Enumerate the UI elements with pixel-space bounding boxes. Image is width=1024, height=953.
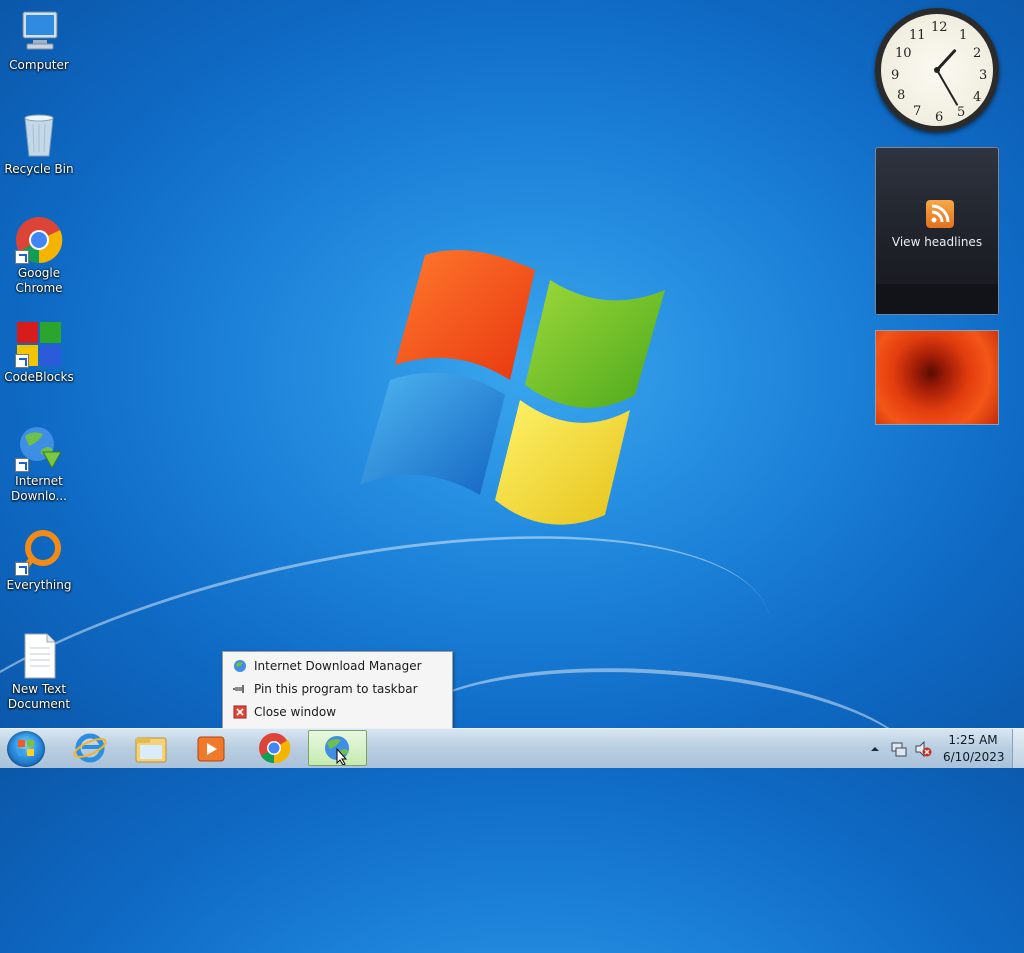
desktop-icon-label: Everything (6, 578, 72, 592)
menu-item-label: Close window (254, 705, 337, 719)
network-icon[interactable] (890, 740, 908, 758)
media-player-icon (197, 736, 225, 762)
tray-clock-date[interactable]: 6/10/2023 (943, 750, 1005, 764)
internet-download-manager-icon (325, 736, 349, 766)
taskbar-google-chrome[interactable] (246, 730, 302, 766)
feed-headlines-gadget[interactable]: View headlines (875, 147, 999, 315)
desktop-icon-new-text-document[interactable]: New Text Document (4, 632, 74, 712)
desktop-icon-label: New Text Document (7, 682, 71, 711)
computer-icon (15, 8, 63, 56)
desktop-icon-everything[interactable]: Everything (4, 528, 74, 593)
start-icon (18, 740, 34, 756)
show-desktop-button[interactable] (1012, 729, 1024, 768)
slideshow-gadget-photo[interactable] (875, 330, 999, 425)
tray-clock-time[interactable]: 1:25 AM (943, 733, 1003, 747)
recycle-bin-icon (15, 112, 63, 160)
shortcut-arrow-icon (15, 354, 29, 368)
taskbar-internet-explorer[interactable] (62, 730, 118, 766)
chrome-icon (259, 733, 291, 764)
desktop-icon-label: Google Chrome (15, 266, 63, 295)
rss-icon (926, 200, 954, 228)
shortcut-arrow-icon (15, 250, 29, 264)
desktop-icon-label: CodeBlocks (4, 370, 74, 384)
clock-gadget[interactable]: 12 1 2 3 4 5 6 7 8 9 10 11 (875, 8, 999, 132)
start-button[interactable] (7, 731, 45, 767)
close-icon (233, 705, 247, 719)
shortcut-arrow-icon (15, 458, 29, 472)
show-hidden-icons-icon[interactable] (870, 744, 880, 754)
desktop-icon-google-chrome[interactable]: Google Chrome (4, 216, 74, 296)
windows-logo (360, 250, 665, 525)
text-document-icon (15, 632, 63, 680)
desktop-icon-computer[interactable]: Computer (4, 8, 74, 73)
jump-list-menu: Internet Download Manager Pin this progr… (222, 651, 453, 730)
windows-explorer-icon (135, 737, 167, 763)
menu-item-label: Pin this program to taskbar (254, 682, 418, 696)
desktop-icon-internet-download-manager[interactable]: Internet Downlo... (4, 424, 74, 504)
desktop-icon-recycle-bin[interactable]: Recycle Bin (4, 112, 74, 177)
codeblocks-icon (15, 320, 63, 368)
volume-muted-icon[interactable] (914, 740, 932, 758)
taskbar-media-player[interactable] (184, 730, 240, 766)
everything-search-icon (15, 528, 63, 576)
clock-hands (934, 49, 958, 106)
menu-item-pin-to-taskbar[interactable]: Pin this program to taskbar (223, 678, 452, 700)
idm-icon (234, 660, 246, 672)
view-headlines-label[interactable]: View headlines (876, 235, 998, 249)
shortcut-arrow-icon (15, 562, 29, 576)
pin-icon (233, 685, 244, 693)
menu-item-close-window[interactable]: Close window (223, 701, 452, 723)
internet-download-manager-icon (15, 424, 63, 472)
menu-item-label: Internet Download Manager (254, 659, 422, 673)
taskbar-internet-download-manager[interactable] (308, 730, 367, 766)
menu-item-internet-download-manager[interactable]: Internet Download Manager (223, 655, 452, 677)
desktop-icon-codeblocks[interactable]: CodeBlocks (4, 320, 74, 385)
feed-footer (876, 284, 998, 314)
desktop-icon-label: Recycle Bin (4, 162, 74, 176)
internet-explorer-icon (73, 733, 107, 763)
taskbar-windows-explorer[interactable] (123, 730, 179, 766)
desktop-icon-label: Internet Downlo... (11, 474, 67, 503)
desktop-icon-label: Computer (9, 58, 69, 72)
chrome-icon (15, 216, 63, 264)
